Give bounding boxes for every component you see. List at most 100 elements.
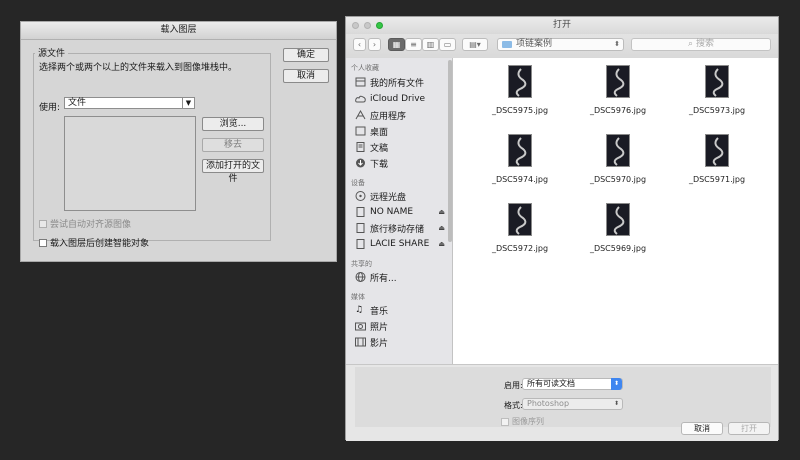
sidebar-item-travel-storage[interactable]: 旅行移动存储 ⏏ [355, 221, 450, 235]
image-sequence-label: 图像序列 [512, 417, 544, 426]
load-layers-dialog: 载入图层 源文件 选择两个或两个以上的文件来载入到图像堆栈中。 使用: 文件 ▼… [20, 21, 337, 262]
close-window-button[interactable] [352, 22, 359, 29]
sidebar-item-movies[interactable]: 影片 [355, 335, 450, 349]
sidebar-item-desktop[interactable]: 桌面 [355, 124, 450, 138]
column-view-button[interactable]: ▥ [422, 38, 439, 51]
auto-align-label: 尝试自动对齐源图像 [50, 220, 132, 230]
file-name: _DSC5974.jpg [491, 175, 549, 184]
file-item[interactable]: _DSC5970.jpg [578, 134, 658, 184]
file-item[interactable]: _DSC5973.jpg [677, 65, 757, 115]
use-select[interactable]: 文件 ▼ [64, 97, 195, 109]
shared-header: 共享的 [351, 260, 372, 268]
disc-icon [355, 191, 366, 201]
sidebar-item-all-files[interactable]: 我的所有文件 [355, 75, 450, 89]
desktop-icon [355, 126, 366, 136]
file-name: _DSC5969.jpg [589, 244, 647, 253]
checkbox-box [39, 238, 47, 247]
enable-label: 启用: [504, 381, 523, 390]
updown-arrows-icon: ⬍ [614, 40, 620, 48]
eject-icon[interactable]: ⏏ [438, 224, 445, 232]
devices-header: 设备 [351, 179, 365, 187]
file-name: _DSC5973.jpg [688, 106, 746, 115]
sidebar-item-music[interactable]: ♫ 音乐 [355, 303, 450, 317]
image-sequence-checkbox[interactable]: 图像序列 [501, 416, 544, 427]
eject-icon[interactable]: ⏏ [438, 240, 445, 248]
sidebar-item-label: 影片 [370, 338, 389, 349]
sidebar-item-label: 应用程序 [370, 111, 407, 122]
file-item[interactable]: _DSC5974.jpg [480, 134, 560, 184]
add-open-files-button[interactable]: 添加打开的文件 [202, 159, 264, 184]
drive-icon [355, 207, 366, 217]
file-item[interactable]: _DSC5976.jpg [578, 65, 658, 115]
list-view-button[interactable]: ≡ [405, 38, 422, 51]
arrange-button[interactable]: ▤▾ [462, 38, 488, 51]
sidebar: 个人收藏 我的所有文件 iCloud Drive 应用程序 桌面 文稿 下载 设… [346, 58, 453, 364]
ok-button[interactable]: 确定 [283, 48, 329, 62]
download-icon [355, 158, 366, 168]
file-item[interactable]: _DSC5972.jpg [480, 203, 560, 253]
use-select-value: 文件 [68, 98, 87, 108]
window-titlebar: 打开 [346, 17, 778, 34]
minimize-window-button[interactable] [364, 22, 371, 29]
icon-view-button[interactable]: ▦ [388, 38, 405, 51]
jpeg-thumbnail-icon [606, 134, 630, 167]
file-item[interactable]: _DSC5975.jpg [480, 65, 560, 115]
remove-button[interactable]: 移去 [202, 138, 264, 152]
browse-button[interactable]: 浏览... [202, 117, 264, 131]
window-title: 打开 [552, 20, 571, 30]
format-value: Photoshop [527, 399, 570, 408]
zoom-window-button[interactable] [376, 22, 383, 29]
cancel-button[interactable]: 取消 [681, 422, 723, 435]
search-placeholder: 搜索 [695, 39, 714, 49]
sidebar-item-lacie-share[interactable]: LACIE SHARE ⏏ [355, 237, 450, 251]
file-item[interactable]: _DSC5969.jpg [578, 203, 658, 253]
jpeg-thumbnail-icon [606, 203, 630, 236]
instruction-text: 选择两个或两个以上的文件来载入到图像堆栈中。 [39, 63, 238, 73]
updown-arrows-icon: ⬍ [611, 378, 622, 390]
checkbox-box [501, 417, 509, 426]
options-panel [355, 367, 771, 427]
sidebar-item-label: 音乐 [370, 306, 389, 317]
path-folder-name: 项链案例 [516, 39, 553, 49]
sidebar-item-icloud[interactable]: iCloud Drive [355, 92, 450, 106]
open-button[interactable]: 打开 [728, 422, 770, 435]
sidebar-item-all-shared[interactable]: 所有... [355, 270, 450, 284]
search-icon: ⌕ [688, 39, 694, 49]
back-button[interactable]: ‹ [353, 38, 366, 51]
sidebar-item-no-name[interactable]: NO NAME ⏏ [355, 205, 450, 219]
cancel-button[interactable]: 取消 [283, 69, 329, 83]
sidebar-scrollbar[interactable] [448, 60, 452, 242]
cloud-icon [355, 94, 366, 104]
eject-icon[interactable]: ⏏ [438, 208, 445, 216]
file-browser: _DSC5975.jpg _DSC5976.jpg _DSC5973.jpg _… [453, 58, 778, 364]
file-name: _DSC5975.jpg [491, 106, 549, 115]
auto-align-checkbox[interactable]: 尝试自动对齐源图像 [39, 217, 131, 230]
sidebar-item-label: iCloud Drive [370, 94, 426, 104]
smart-object-checkbox[interactable]: 载入图层后创建智能对象 [39, 236, 149, 249]
file-name: _DSC5972.jpg [491, 244, 549, 253]
sidebar-item-label: 照片 [370, 322, 389, 333]
sidebar-item-documents[interactable]: 文稿 [355, 140, 450, 154]
updown-arrows-icon: ⬍ [613, 400, 620, 407]
file-item[interactable]: _DSC5971.jpg [677, 134, 757, 184]
grid-icon: ▦ [392, 40, 401, 49]
folder-icon [502, 41, 512, 48]
search-input[interactable]: ⌕ 搜索 [631, 38, 771, 51]
sidebar-item-remote-disc[interactable]: 远程光盘 [355, 189, 450, 203]
sidebar-item-photos[interactable]: 照片 [355, 319, 450, 333]
jpeg-thumbnail-icon [508, 65, 532, 98]
jpeg-thumbnail-icon [705, 134, 729, 167]
favorites-header: 个人收藏 [351, 64, 379, 72]
enable-popup[interactable]: 所有可读文档 ⬍ [522, 378, 623, 390]
coverflow-view-button[interactable]: ▭ [439, 38, 456, 51]
sidebar-item-applications[interactable]: 应用程序 [355, 108, 450, 122]
file-list[interactable] [64, 116, 196, 211]
path-popup[interactable]: 项链案例 ⬍ [497, 38, 624, 51]
format-popup[interactable]: Photoshop ⬍ [522, 398, 623, 410]
sidebar-item-label: NO NAME [370, 207, 414, 217]
forward-button[interactable]: › [368, 38, 381, 51]
jpeg-thumbnail-icon [508, 134, 532, 167]
arrange-icon: ▤▾ [469, 40, 481, 49]
film-icon [355, 337, 366, 347]
sidebar-item-downloads[interactable]: 下载 [355, 156, 450, 170]
